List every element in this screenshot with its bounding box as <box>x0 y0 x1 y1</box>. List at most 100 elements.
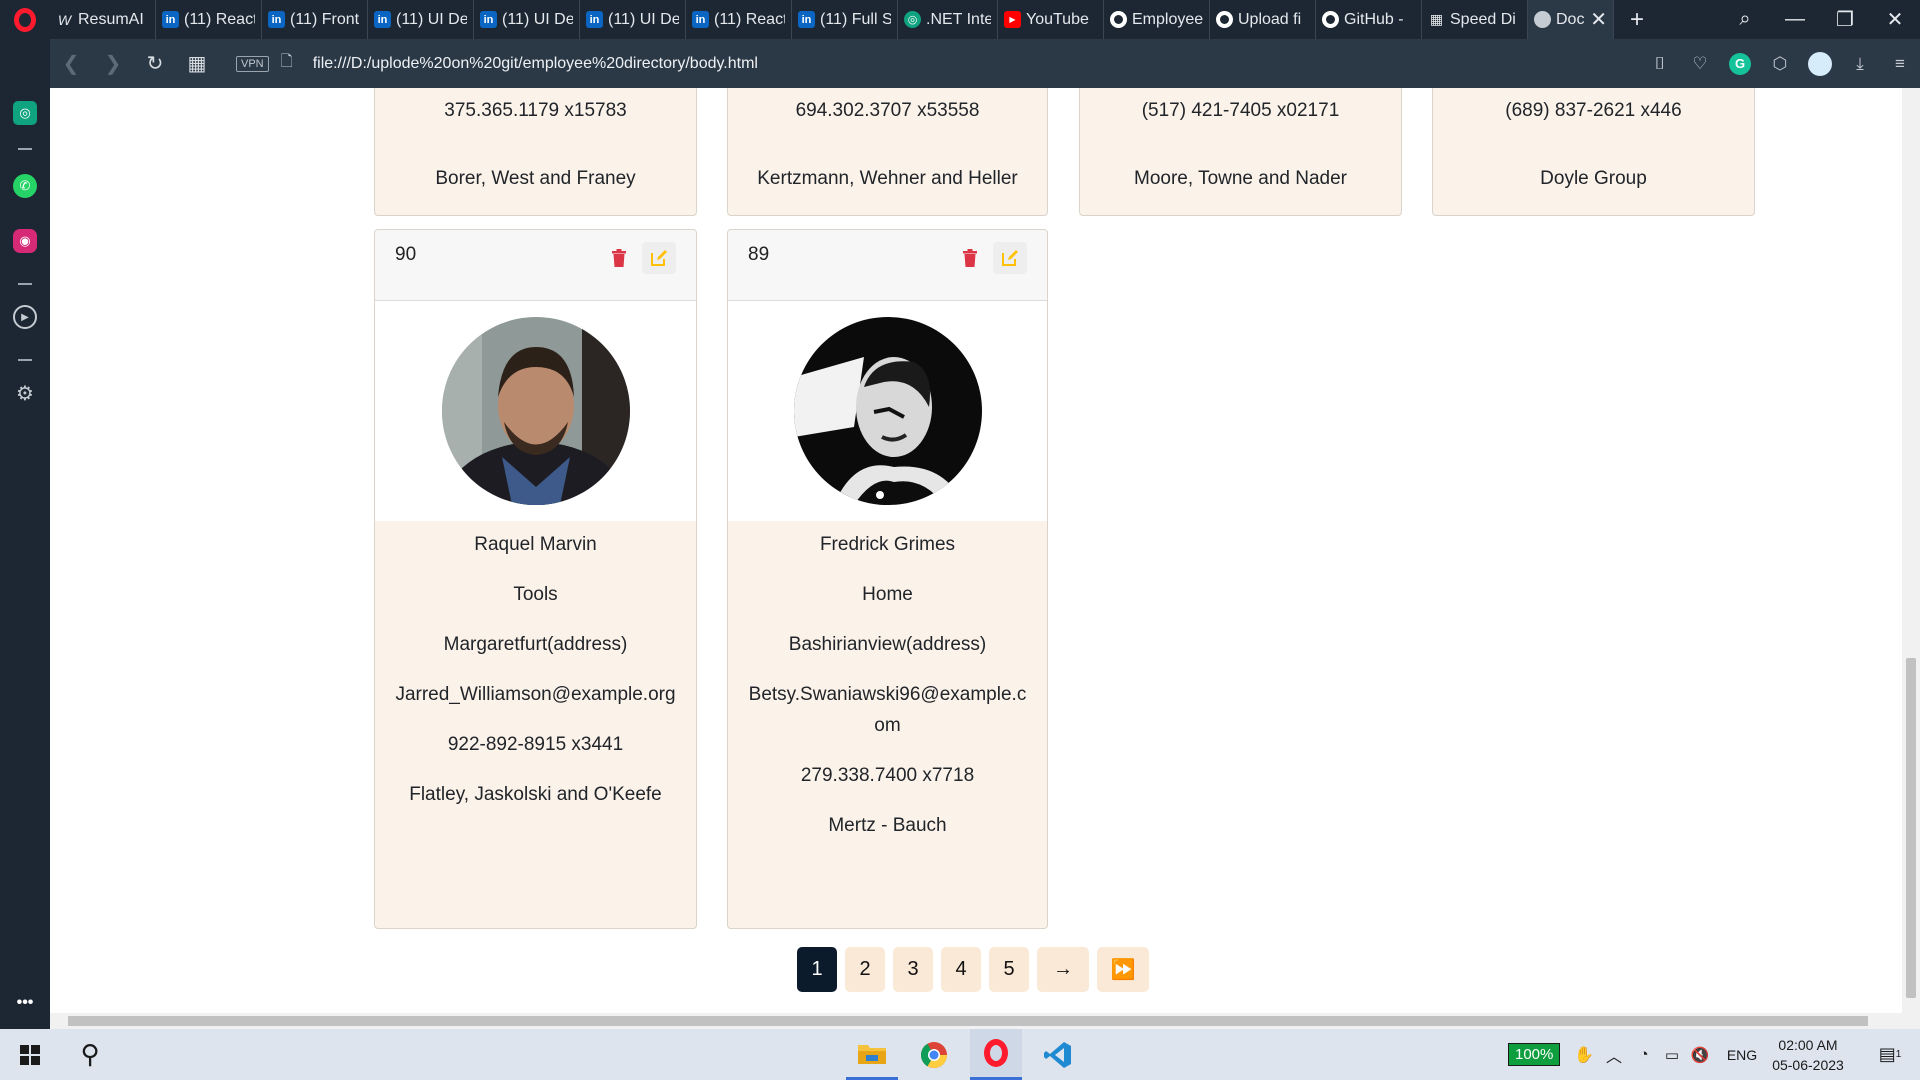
url-field[interactable]: file:///D:/uplode%20on%20git/employee%20… <box>313 55 758 73</box>
search-tabs-icon[interactable]: ⌕ <box>1720 8 1770 31</box>
windows-start-icon[interactable] <box>10 1029 50 1080</box>
battery-percentage[interactable]: 100% <box>1508 1029 1561 1080</box>
page-button-3[interactable]: 3 <box>893 947 933 992</box>
battery-icon[interactable]: ▭ <box>1660 1029 1684 1080</box>
back-button[interactable]: ❮ <box>50 51 92 76</box>
minimize-button[interactable]: — <box>1770 8 1820 31</box>
tab-net-interview[interactable]: ◎.NET Inter <box>898 0 998 39</box>
tab-youtube[interactable]: ▶ YouTube <box>998 0 1104 39</box>
page-button-1[interactable]: 1 <box>797 947 837 992</box>
page-button-5[interactable]: 5 <box>989 947 1029 992</box>
settings-gear-icon[interactable]: ⚙ <box>13 381 37 405</box>
globe-icon <box>1534 11 1551 28</box>
employee-phone: 694.302.3707 x53558 <box>795 100 980 121</box>
vertical-scrollbar[interactable] <box>1902 88 1920 1013</box>
employee-company: Kertzmann, Wehner and Heller <box>757 168 1018 189</box>
edit-icon <box>1002 250 1018 266</box>
show-hidden-icons-chevron-icon[interactable]: ︿ <box>1602 1029 1626 1080</box>
employee-name: Fredrick Grimes <box>819 534 956 555</box>
sidebar-divider <box>18 148 32 150</box>
vpn-badge[interactable]: VPN <box>236 55 269 72</box>
close-tab-icon[interactable]: ✕ <box>1590 7 1607 32</box>
touch-icon[interactable]: ✋ <box>1574 1029 1594 1080</box>
edit-icon <box>651 250 667 266</box>
scroll-thumb[interactable] <box>1906 658 1916 998</box>
vscode-icon[interactable] <box>1032 1029 1084 1080</box>
reload-button[interactable]: ↻ <box>134 51 176 76</box>
new-tab-button[interactable]: + <box>1630 6 1644 34</box>
tab-speed-dial[interactable]: ▦ Speed Di <box>1422 0 1528 39</box>
instagram-icon[interactable]: ◉ <box>13 229 37 253</box>
next-page-button[interactable]: → <box>1037 947 1089 992</box>
volume-muted-icon[interactable]: 🔇 <box>1688 1029 1712 1080</box>
tab-grid-button[interactable]: ▦ <box>176 51 218 76</box>
employee-card: 90 Raquel Marvin Tools Margaretfurt(addr… <box>374 229 697 929</box>
tab-resumai[interactable]: W ResumAI <box>50 0 156 39</box>
restore-button[interactable]: ❐ <box>1820 7 1870 32</box>
page-button-2[interactable]: 2 <box>845 947 885 992</box>
tab-document-active[interactable]: Docu✕ <box>1528 0 1614 39</box>
delete-button[interactable] <box>953 242 987 274</box>
notification-center-icon[interactable]: ▤ 1 <box>1870 1029 1910 1080</box>
linkedin-icon: in <box>798 11 815 28</box>
tab-linkedin-react-2[interactable]: in (11) React <box>686 0 792 39</box>
tab-linkedin-full[interactable]: in (11) Full S <box>792 0 898 39</box>
tab-linkedin-ui-1[interactable]: in (11) UI De <box>368 0 474 39</box>
linkedin-icon: in <box>480 11 497 28</box>
input-language[interactable]: ENG <box>1724 1029 1760 1080</box>
employee-card: 694.302.3707 x53558 Kertzmann, Wehner an… <box>727 88 1048 216</box>
employee-address: Bashirianview(address) <box>788 634 987 655</box>
clock[interactable]: 02:00 AM 05-06-2023 <box>1766 1029 1850 1080</box>
chatgpt-icon: ◎ <box>904 11 921 28</box>
player-icon[interactable]: ▶ <box>13 305 37 329</box>
horizontal-scrollbar[interactable] <box>50 1013 1920 1029</box>
card-header: 90 <box>375 230 696 301</box>
profile-avatar-icon[interactable] <box>1808 51 1832 76</box>
employee-card: (517) 421-7405 x02171 Moore, Towne and N… <box>1079 88 1402 216</box>
notification-count: 1 <box>1895 1049 1902 1060</box>
file-explorer-icon[interactable] <box>846 1029 898 1080</box>
employee-company: Mertz - Bauch <box>828 815 947 836</box>
employee-phone: 375.365.1179 x15783 <box>444 100 627 121</box>
opera-logo-icon[interactable] <box>0 0 50 39</box>
extensions-cube-icon[interactable]: ⬡ <box>1760 54 1800 74</box>
scroll-thumb[interactable] <box>68 1016 1868 1026</box>
employee-card: 89 Fredrick Grimes Home Bashirianview(ad… <box>727 229 1048 929</box>
easy-setup-icon[interactable]: ≡ <box>1880 54 1920 74</box>
tab-linkedin-front[interactable]: in (11) Front <box>262 0 368 39</box>
tab-linkedin-react[interactable]: in (11) React <box>156 0 262 39</box>
opera-taskbar-icon[interactable] <box>970 1029 1022 1080</box>
employee-avatar <box>441 317 630 505</box>
grammarly-icon[interactable]: G <box>1729 52 1751 75</box>
employee-company: Moore, Towne and Nader <box>1134 168 1347 189</box>
downloads-icon[interactable]: ⤓ <box>1840 54 1880 74</box>
page-info-icon[interactable]: 🗋 <box>281 51 293 76</box>
tab-github-upload[interactable]: Upload fi <box>1210 0 1316 39</box>
chatgpt-sidebar-icon[interactable]: ◎ <box>13 101 37 125</box>
search-icon[interactable]: ⚲ <box>70 1029 110 1080</box>
tab-linkedin-ui-2[interactable]: in (11) UI De <box>474 0 580 39</box>
tab-linkedin-ui-3[interactable]: in (11) UI De <box>580 0 686 39</box>
employee-name: Raquel Marvin <box>474 534 597 555</box>
delete-button[interactable] <box>602 242 636 274</box>
tab-github[interactable]: GitHub - <box>1316 0 1422 39</box>
edit-button[interactable] <box>993 242 1027 274</box>
github-icon <box>1322 11 1339 28</box>
employee-company: Flatley, Jaskolski and O'Keefe <box>409 784 662 805</box>
whatsapp-icon[interactable]: ✆ <box>13 174 37 198</box>
employee-department: Home <box>862 584 913 605</box>
employee-directory-page: 375.365.1179 x15783 Borer, West and Fran… <box>50 88 1902 1013</box>
edit-button[interactable] <box>642 242 676 274</box>
last-page-button[interactable]: ⏩ <box>1097 947 1149 992</box>
bookmark-heart-icon[interactable]: ♡ <box>1680 54 1720 74</box>
tab-github-employee[interactable]: Employee <box>1104 0 1210 39</box>
snapshot-icon[interactable]: ⌷ <box>1640 54 1680 74</box>
page-button-4[interactable]: 4 <box>941 947 981 992</box>
chrome-icon[interactable] <box>908 1029 960 1080</box>
more-options-icon[interactable]: ••• <box>13 991 37 1015</box>
wifi-icon[interactable]: ◔ <box>1632 1029 1656 1080</box>
forward-button[interactable]: ❯ <box>92 51 134 76</box>
close-window-button[interactable]: ✕ <box>1870 7 1920 32</box>
employee-id: 90 <box>395 244 417 265</box>
youtube-icon: ▶ <box>1004 11 1021 28</box>
